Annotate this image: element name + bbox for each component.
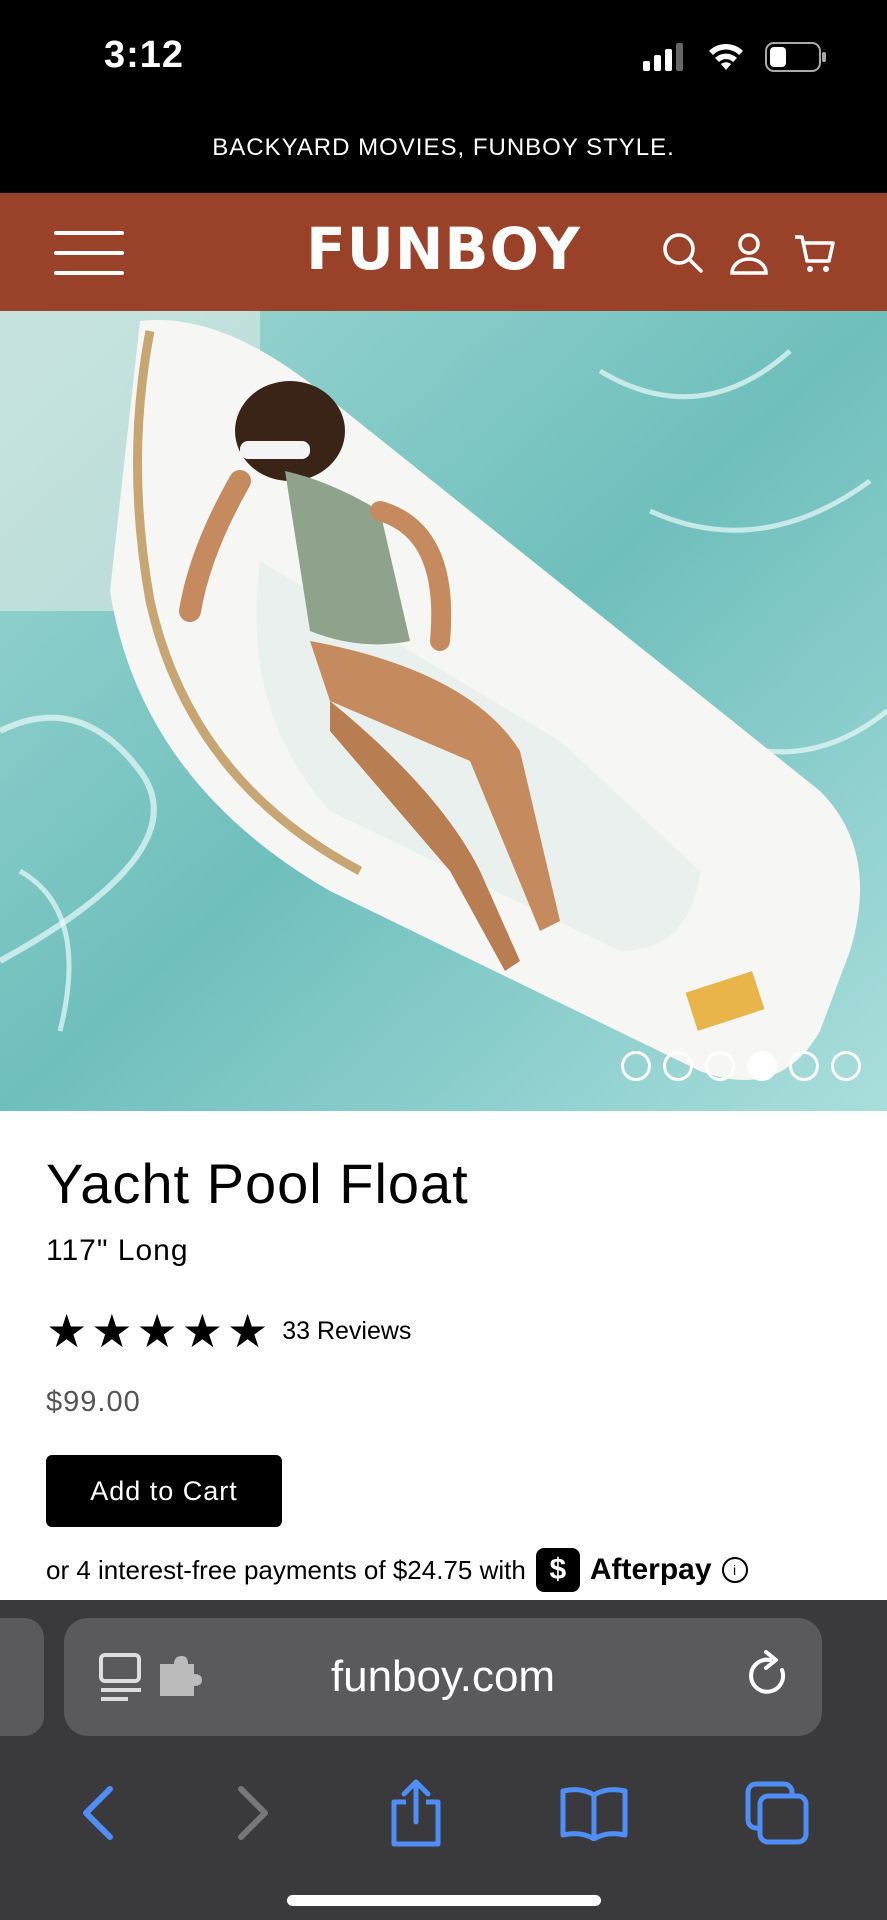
gallery-dot[interactable] (831, 1051, 861, 1081)
product-info: Yacht Pool Float 117" Long ★★★★★ 33 Revi… (46, 1111, 846, 1527)
add-to-cart-button[interactable]: Add to Cart (46, 1455, 282, 1527)
address-bar[interactable]: funboy.com (64, 1618, 822, 1736)
site-header: FUNBOY (0, 193, 887, 311)
product-image (0, 311, 887, 1111)
header-actions (661, 231, 837, 275)
product-subtitle: 117" Long (46, 1234, 189, 1267)
account-icon[interactable] (727, 231, 771, 275)
afterpay-message: or 4 interest-free payments of $24.75 wi… (46, 1548, 748, 1592)
wifi-icon (709, 43, 743, 70)
afterpay-logo-icon: $ (535, 1548, 580, 1592)
product-rating[interactable]: ★★★★★ 33 Reviews (46, 1308, 846, 1354)
home-indicator (287, 1895, 601, 1906)
reviews-link[interactable]: 33 Reviews (282, 1317, 411, 1346)
previous-tab[interactable] (0, 1618, 44, 1736)
bookmarks-icon[interactable] (559, 1785, 629, 1841)
gallery-dot[interactable] (705, 1051, 735, 1081)
browser-toolbar (0, 1758, 887, 1868)
gallery-dot[interactable] (789, 1051, 819, 1081)
reload-icon[interactable] (746, 1648, 792, 1704)
status-icons (643, 42, 827, 72)
product-gallery[interactable] (0, 311, 887, 1111)
gallery-pagination (621, 1051, 861, 1081)
url-text: funboy.com (330, 1652, 556, 1701)
gallery-dot-active[interactable] (747, 1051, 777, 1081)
forward-icon[interactable] (233, 1785, 273, 1841)
status-time: 3:12 (104, 34, 185, 76)
status-bar: 3:12 (0, 0, 887, 118)
back-icon[interactable] (78, 1785, 118, 1841)
cellular-signal-icon (643, 43, 683, 71)
product-price: $99.00 (46, 1386, 141, 1418)
afterpay-brand: Afterpay (589, 1553, 712, 1586)
share-icon[interactable] (388, 1778, 444, 1848)
star-rating-icon: ★★★★★ (46, 1305, 273, 1357)
promo-text: BACKYARD MOVIES, FUNBOY STYLE. (212, 134, 675, 161)
afterpay-text: or 4 interest-free payments of $24.75 wi… (46, 1554, 526, 1585)
battery-icon (765, 42, 826, 72)
cart-icon[interactable] (793, 231, 837, 275)
info-icon[interactable]: i (721, 1557, 748, 1583)
promo-banner[interactable]: BACKYARD MOVIES, FUNBOY STYLE. (0, 118, 887, 194)
gallery-dot[interactable] (621, 1051, 651, 1081)
gallery-dot[interactable] (663, 1051, 693, 1081)
product-title: Yacht Pool Float (46, 1152, 469, 1215)
add-to-cart-label: Add to Cart (90, 1475, 238, 1506)
search-icon[interactable] (661, 231, 705, 275)
browser-chrome: funboy.com (0, 1600, 887, 1920)
tabs-icon[interactable] (744, 1780, 810, 1846)
